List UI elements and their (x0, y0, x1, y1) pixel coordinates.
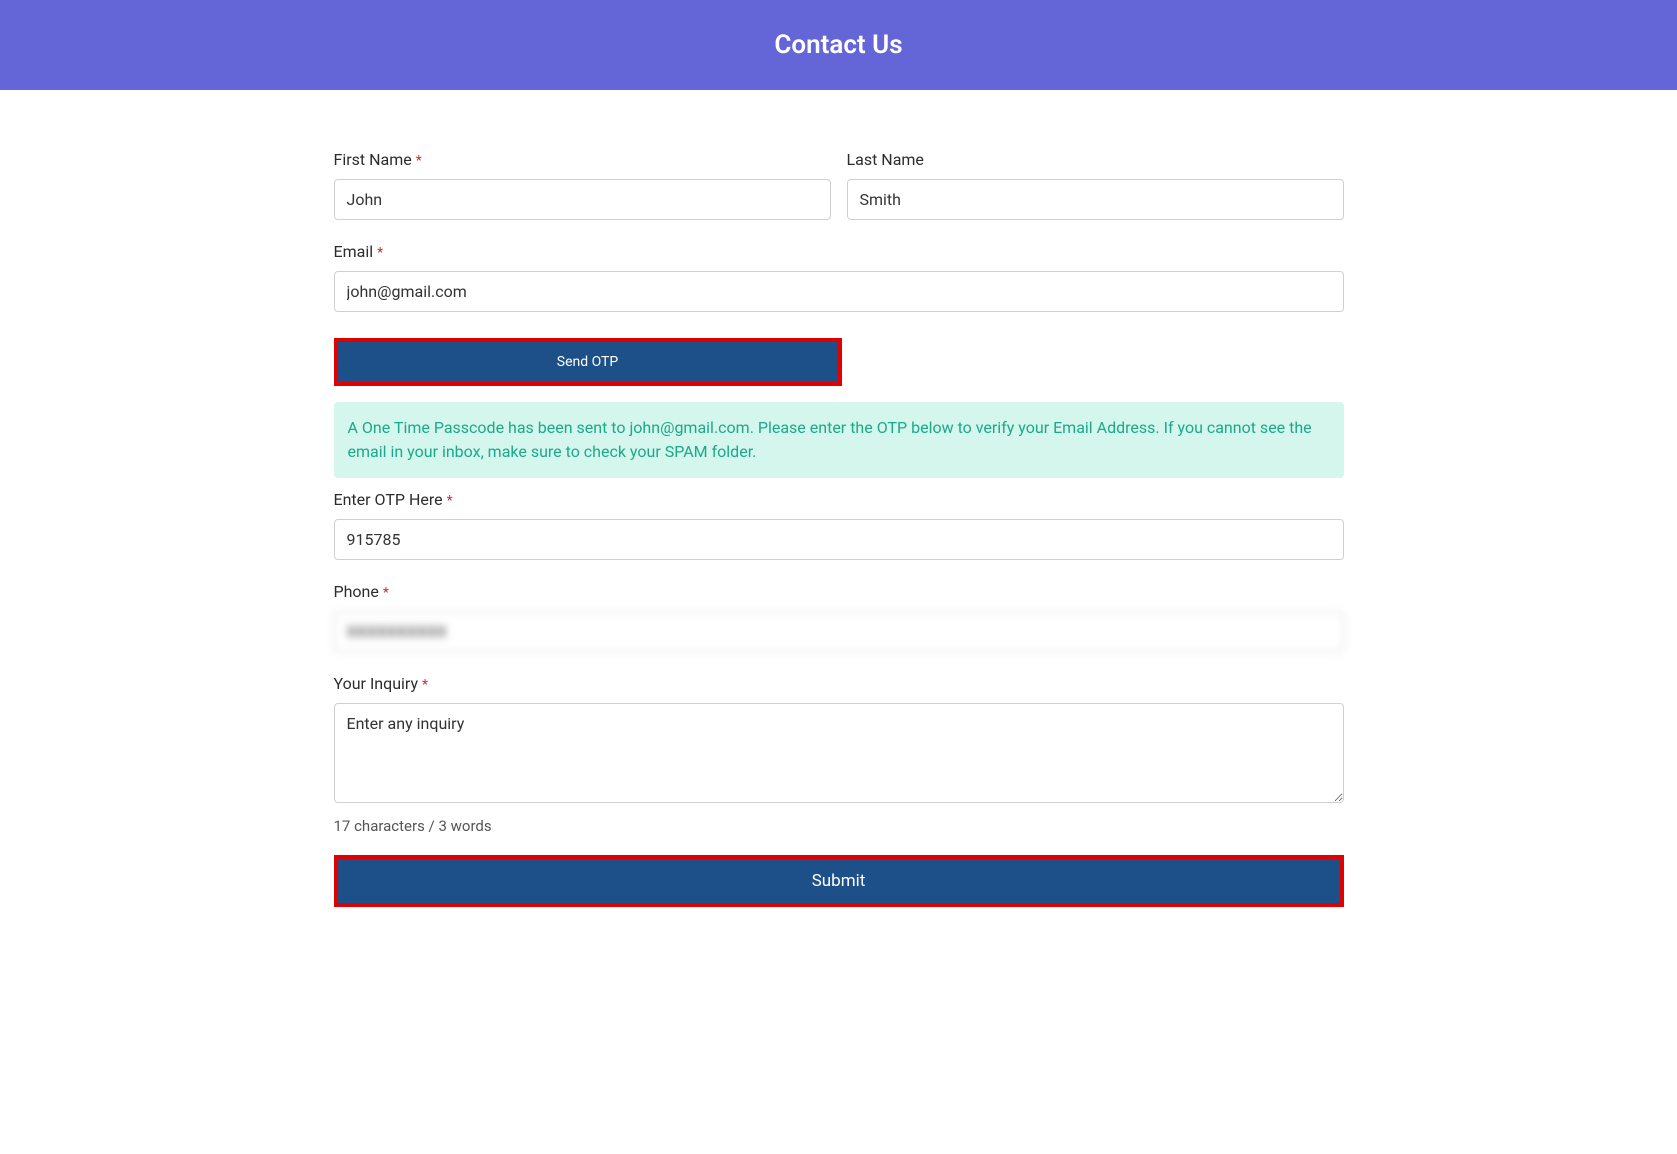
last-name-label: Last Name (847, 150, 1344, 169)
first-name-label: First Name * (334, 150, 831, 169)
page-header: Contact Us (0, 0, 1677, 90)
send-otp-button[interactable]: Send OTP (334, 338, 842, 386)
submit-button[interactable]: Submit (334, 855, 1344, 907)
form-container: First Name * Last Name Email * Send OTP … (334, 90, 1344, 947)
email-label: Email * (334, 242, 1344, 261)
character-count: 17 characters / 3 words (334, 817, 1344, 835)
required-marker: * (422, 677, 428, 693)
required-marker: * (383, 585, 389, 601)
page-title: Contact Us (0, 30, 1677, 60)
phone-group: Phone * (334, 582, 1344, 652)
inquiry-group: Your Inquiry * (334, 674, 1344, 807)
otp-group: Enter OTP Here * (334, 490, 1344, 560)
name-row: First Name * Last Name (334, 150, 1344, 220)
phone-label: Phone * (334, 582, 1344, 601)
last-name-input[interactable] (847, 179, 1344, 220)
required-marker: * (447, 493, 453, 509)
otp-label: Enter OTP Here * (334, 490, 1344, 509)
otp-info-message: A One Time Passcode has been sent to joh… (334, 402, 1344, 478)
email-group: Email * (334, 242, 1344, 312)
inquiry-textarea[interactable] (334, 703, 1344, 803)
otp-input[interactable] (334, 519, 1344, 560)
required-marker: * (377, 245, 383, 261)
required-marker: * (416, 153, 422, 169)
first-name-group: First Name * (334, 150, 831, 220)
first-name-input[interactable] (334, 179, 831, 220)
phone-input[interactable] (334, 611, 1344, 652)
last-name-group: Last Name (847, 150, 1344, 220)
email-input[interactable] (334, 271, 1344, 312)
inquiry-label: Your Inquiry * (334, 674, 1344, 693)
